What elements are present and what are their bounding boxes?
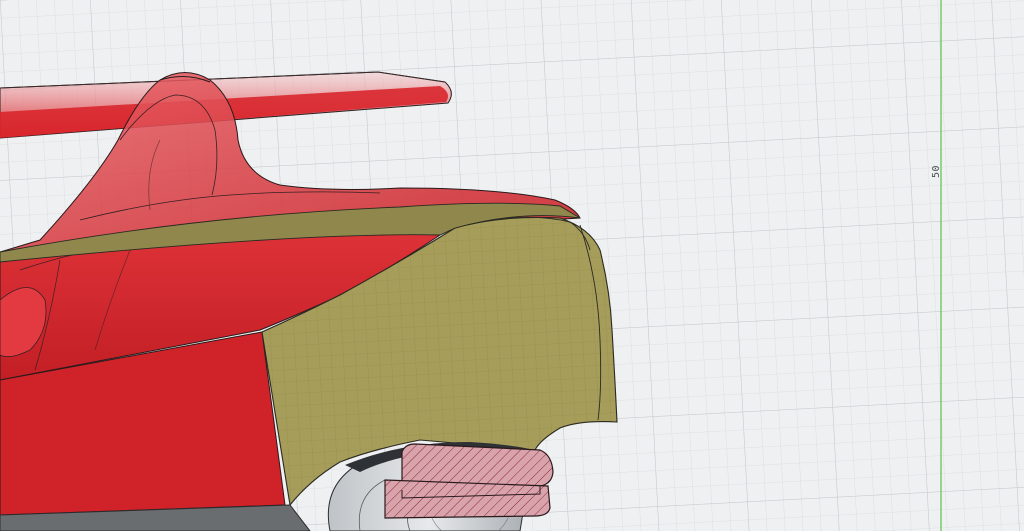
hatched-section[interactable] [384, 443, 554, 519]
cad-viewport[interactable]: 50 [0, 0, 1024, 531]
axis-value-label: 50 [931, 164, 942, 178]
viewport-canvas[interactable] [0, 0, 1024, 531]
